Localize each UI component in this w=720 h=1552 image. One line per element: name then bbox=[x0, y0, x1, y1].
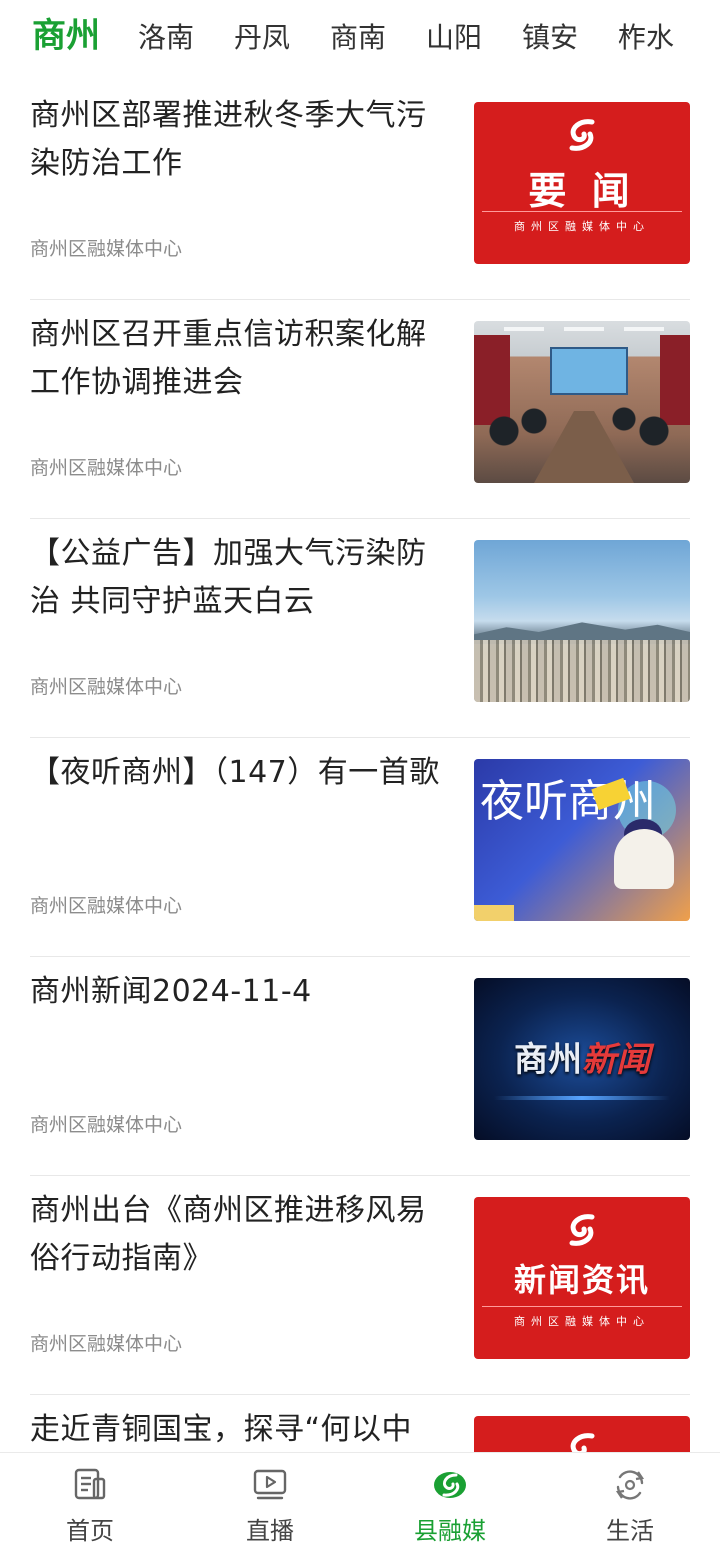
news-source: 商州区融媒体中心 bbox=[30, 1333, 183, 1355]
item-divider bbox=[30, 518, 690, 519]
news-title: 【夜听商州】（147）有一首歌 bbox=[30, 755, 440, 790]
home-doc-icon bbox=[74, 1468, 106, 1500]
item-divider bbox=[30, 299, 690, 300]
meeting-screen bbox=[550, 347, 628, 395]
news-source: 商州区融媒体中心 bbox=[30, 457, 183, 479]
item-divider bbox=[30, 956, 690, 957]
county-media-leaf-icon bbox=[434, 1472, 466, 1498]
region-tabs: 商州 洛南 丹凤 商南 山阳 镇安 柞水 bbox=[0, 0, 720, 78]
thumb-heading: 要 闻 bbox=[528, 169, 636, 213]
news-item[interactable]: 商州新闻2024-11-4 商州区融媒体中心 商州新闻 bbox=[30, 958, 690, 1176]
news-title: 【公益广告】加强大气污染防治 共同守护蓝天白云 bbox=[30, 536, 427, 619]
tab-danfeng[interactable]: 丹凤 bbox=[234, 16, 290, 60]
nav-label: 生活 bbox=[606, 1517, 654, 1545]
tab-luonan[interactable]: 洛南 bbox=[138, 16, 194, 60]
media-center-logo-icon bbox=[569, 119, 595, 151]
life-refresh-icon bbox=[615, 1470, 645, 1500]
media-center-logo-icon bbox=[570, 1433, 595, 1452]
tab-shangnan[interactable]: 商南 bbox=[330, 16, 386, 60]
news-source: 商州区融媒体中心 bbox=[30, 1114, 183, 1136]
nav-label: 直播 bbox=[246, 1517, 294, 1545]
item-divider bbox=[30, 1394, 690, 1395]
news-title: 商州出台《商州区推进移风易俗行动指南》 bbox=[30, 1193, 427, 1276]
news-item[interactable]: 商州区召开重点信访积案化解工作协调推进会 商州区融媒体中心 bbox=[30, 301, 690, 519]
thumb-heading: 新闻资讯 bbox=[513, 1261, 650, 1299]
news-source: 商州区融媒体中心 bbox=[30, 676, 183, 698]
nav-county-media[interactable]: 县融媒 bbox=[360, 1453, 540, 1552]
news-thumbnail bbox=[474, 1416, 690, 1452]
news-source: 商州区融媒体中心 bbox=[30, 895, 183, 917]
news-thumbnail: 新闻资讯 商州区融媒体中心 bbox=[474, 1197, 690, 1359]
news-feed[interactable]: 商州区部署推进秋冬季大气污染防治工作 商州区融媒体中心 要 闻 商州区融媒体中心… bbox=[0, 82, 720, 1452]
news-title: 商州新闻2024-11-4 bbox=[30, 974, 312, 1009]
media-center-logo-icon bbox=[569, 1214, 595, 1246]
thumb-subtext: 商州区融媒体中心 bbox=[514, 1315, 650, 1328]
news-thumbnail: 夜听商州 bbox=[474, 759, 690, 921]
news-thumbnail: 商州新闻 bbox=[474, 978, 690, 1140]
tab-zhenan[interactable]: 镇安 bbox=[522, 16, 578, 60]
tab-shanyang[interactable]: 山阳 bbox=[426, 16, 482, 60]
news-title: 走近青铜国宝，探寻“何以中 bbox=[30, 1412, 413, 1447]
bottom-navigation: 首页 直播 县融媒 生活 bbox=[0, 1452, 720, 1552]
news-item[interactable]: 【公益广告】加强大气污染防治 共同守护蓝天白云 商州区融媒体中心 bbox=[30, 520, 690, 738]
news-item[interactable]: 走近青铜国宝，探寻“何以中 bbox=[30, 1396, 690, 1452]
nav-live[interactable]: 直播 bbox=[180, 1453, 360, 1552]
news-thumbnail bbox=[474, 321, 690, 483]
nav-label: 首页 bbox=[66, 1517, 114, 1545]
live-play-icon bbox=[253, 1469, 287, 1500]
thumb-heading: 商州新闻 bbox=[514, 1040, 650, 1080]
news-title: 商州区召开重点信访积案化解工作协调推进会 bbox=[30, 317, 427, 400]
news-item[interactable]: 【夜听商州】（147）有一首歌 商州区融媒体中心 夜听商州 bbox=[30, 739, 690, 957]
thumb-heading: 夜听商州 bbox=[480, 776, 656, 827]
item-divider bbox=[30, 737, 690, 738]
tab-shangzhou[interactable]: 商州 bbox=[32, 14, 100, 58]
news-thumbnail: 要 闻 商州区融媒体中心 bbox=[474, 102, 690, 264]
nav-home[interactable]: 首页 bbox=[0, 1453, 180, 1552]
nav-life[interactable]: 生活 bbox=[540, 1453, 720, 1552]
news-item[interactable]: 商州出台《商州区推进移风易俗行动指南》 商州区融媒体中心 新闻资讯 商州区融媒体… bbox=[30, 1177, 690, 1395]
news-item[interactable]: 商州区部署推进秋冬季大气污染防治工作 商州区融媒体中心 要 闻 商州区融媒体中心 bbox=[30, 82, 690, 300]
thumb-divider bbox=[482, 211, 682, 212]
news-title: 商州区部署推进秋冬季大气污染防治工作 bbox=[30, 98, 427, 181]
thumb-subtext: 商州区融媒体中心 bbox=[514, 220, 650, 233]
tab-zhashui[interactable]: 柞水 bbox=[618, 16, 674, 60]
news-thumbnail bbox=[474, 540, 690, 702]
news-source: 商州区融媒体中心 bbox=[30, 238, 183, 260]
thumb-divider bbox=[482, 1306, 682, 1307]
nav-label: 县融媒 bbox=[414, 1517, 486, 1545]
item-divider bbox=[30, 1175, 690, 1176]
